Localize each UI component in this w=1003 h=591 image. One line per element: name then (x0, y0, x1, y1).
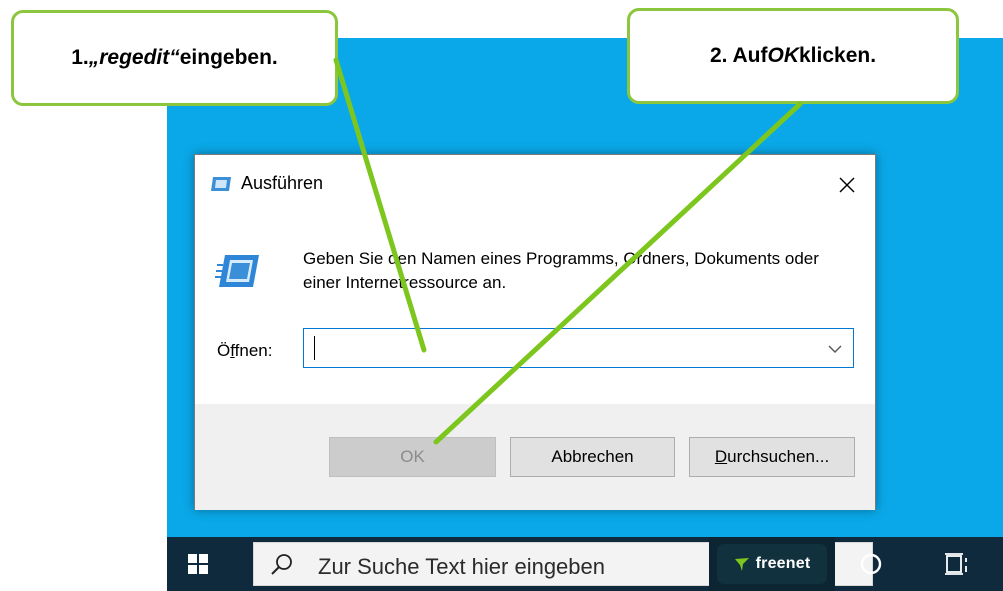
search-icon (271, 554, 292, 575)
dialog-button-bar: OK Abbrechen Durchsuchen... (195, 404, 875, 510)
run-app-icon (211, 177, 231, 191)
cancel-button[interactable]: Abbrechen (510, 437, 675, 477)
run-dialog: Ausführen Geben Sie den Namen eines Prog… (194, 154, 876, 510)
close-icon (839, 177, 855, 193)
dialog-title: Ausführen (241, 173, 324, 193)
freenet-logo-icon (734, 558, 749, 571)
browse-button[interactable]: Durchsuchen... (689, 437, 855, 477)
cortana-circle-icon[interactable] (857, 550, 885, 578)
open-label: Öffnen: (217, 341, 273, 360)
chevron-down-icon[interactable] (827, 341, 843, 357)
close-button[interactable] (827, 165, 867, 205)
windows-logo-icon (188, 554, 208, 574)
task-view-icon[interactable] (942, 550, 970, 578)
start-button[interactable] (167, 537, 229, 591)
dialog-description: Geben Sie den Namen eines Programms, Ord… (303, 249, 819, 292)
text-caret (314, 336, 315, 360)
open-combobox-input[interactable] (303, 328, 854, 368)
freenet-taskbar-app[interactable]: freenet (709, 537, 835, 591)
callout-step-1: 1. „regedit“ eingeben. (11, 10, 338, 106)
freenet-label: freenet (755, 555, 811, 572)
freenet-button[interactable]: freenet (717, 544, 827, 584)
search-placeholder: Zur Suche Text hier eingeben (318, 554, 605, 579)
callout-step-2: 2. Auf OK klicken. (627, 8, 959, 104)
ok-button[interactable]: OK (329, 437, 496, 477)
run-large-icon (215, 255, 259, 287)
taskbar: Zur Suche Text hier eingeben freenet (167, 537, 1003, 591)
